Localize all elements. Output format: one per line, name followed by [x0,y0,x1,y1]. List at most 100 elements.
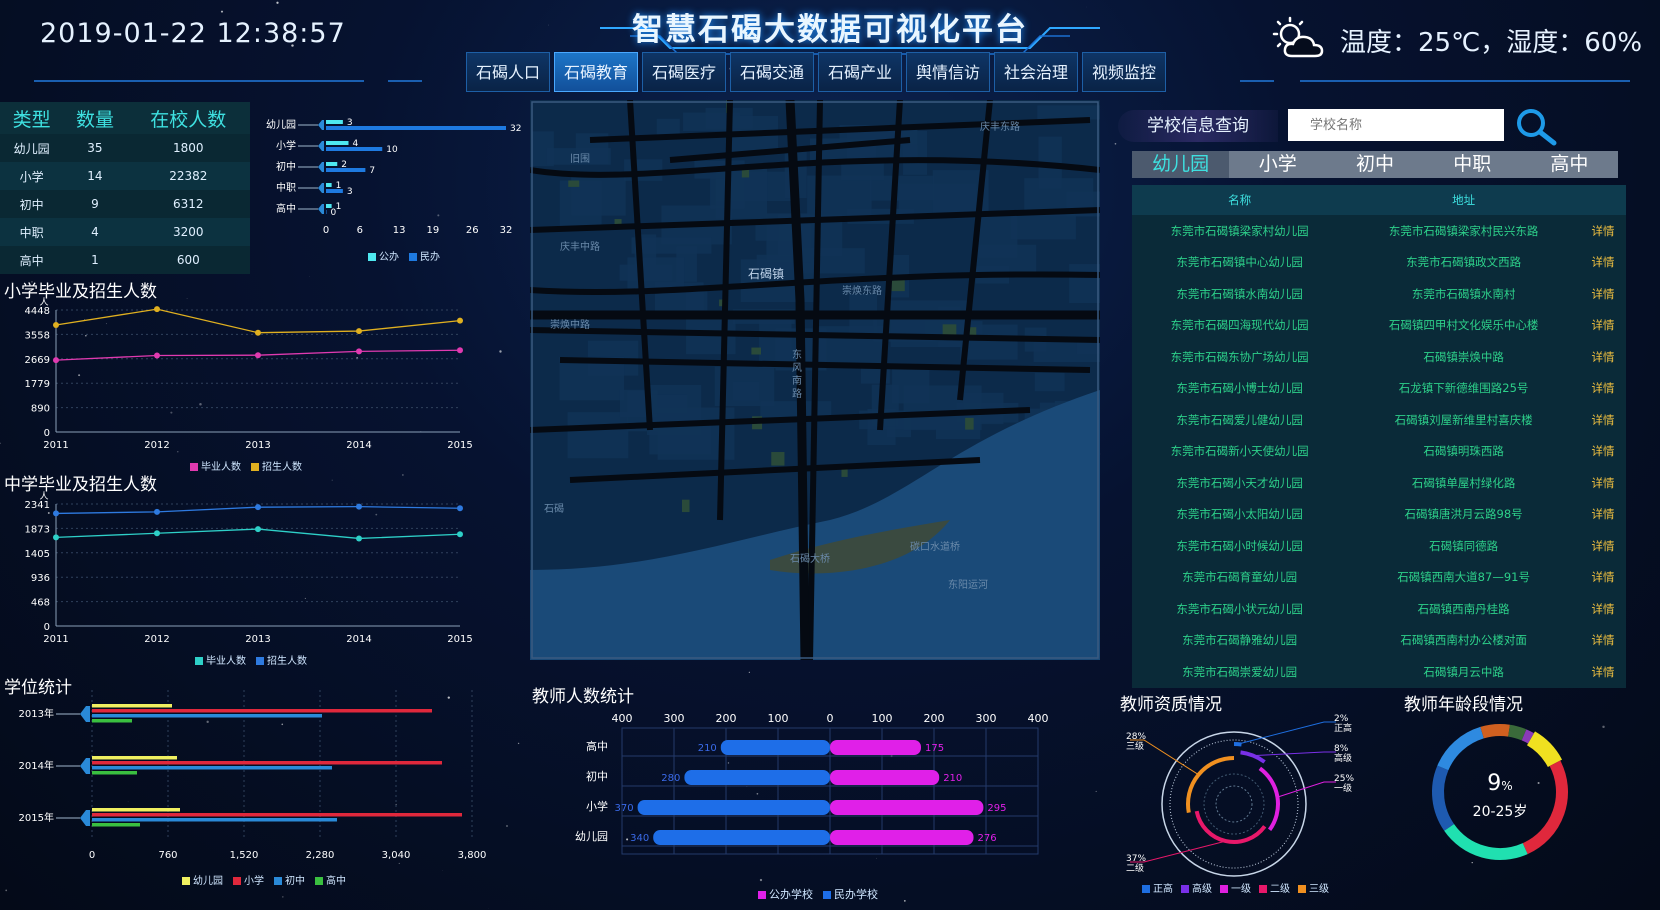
x-tick: 32 [500,225,513,236]
school-search-input[interactable] [1288,109,1504,141]
nav-item-1[interactable]: 石碣教育 [554,52,638,92]
y-tick: 0 [44,428,50,439]
school-detail-link[interactable]: 详情 [1580,498,1626,530]
nav-item-0[interactable]: 石碣人口 [466,52,550,92]
legend-item: 一级 [1220,880,1251,895]
city-block [649,423,712,455]
legend-label: 高中 [326,876,346,887]
x-tick: 400 [1028,712,1049,725]
legend-swatch [758,891,766,899]
teacher-count-chart: 400 300 200 100 0 100 200 300 400 高中 210 175 初中 280 21… [575,712,1049,855]
legend-label: 幼儿园 [193,876,223,887]
x-tick: 2,280 [306,850,335,861]
star [748,671,750,673]
percent-label: 28% [1126,732,1146,742]
search-icon[interactable] [1512,107,1558,147]
degree-bar-chart: 0 760 1,520 2,280 3,040 3,800 2013年 2014年 2015年 [19,690,486,861]
bar-public [830,740,921,755]
star [1095,790,1097,792]
x-tick: 19 [427,225,440,236]
x-tick: 26 [466,225,479,236]
nav-item-2[interactable]: 石碣医疗 [642,52,726,92]
data-point [457,505,463,512]
city-block [972,244,1037,273]
x-tick: 2012 [144,634,169,645]
category-marker [318,120,324,130]
school-detail-link[interactable]: 详情 [1580,593,1626,625]
school-detail-link[interactable]: 详情 [1580,246,1626,278]
city-block [841,161,884,181]
legend-label: 招生人数 [262,462,302,473]
school-detail-link[interactable]: 详情 [1580,530,1626,562]
nav-item-3[interactable]: 石碣交通 [730,52,814,92]
percent-label: 8% [1334,744,1349,754]
category-label: 高中 [276,202,296,215]
type-table-cell: 14 [63,162,127,190]
y-tick: 1873 [25,524,50,535]
legend-swatch [195,657,203,665]
category-label: 初中 [276,160,296,173]
bar-private [684,770,830,785]
school-name: 东莞市石碣小博士幼儿园 [1132,372,1348,404]
x-tick: 300 [664,712,685,725]
data-point [154,306,160,313]
city-block [627,257,685,291]
donut-segment [1480,724,1510,739]
donut-segment [1444,823,1528,860]
teacher-quality-chart: 2%正高 8%高级 25%一级 37%二级 28%三级 [1126,714,1354,877]
map-label: 碳口水道桥 [910,540,960,553]
school-address: 石碣镇唐洪月云路98号 [1347,498,1580,530]
school-detail-link[interactable]: 详情 [1580,215,1626,247]
donut-segment [1432,765,1455,831]
nav-item-6[interactable]: 社会治理 [994,52,1078,92]
school-tab-0[interactable]: 幼儿园 [1132,151,1230,178]
school-detail-link[interactable]: 详情 [1580,561,1626,593]
type-table-row: 高中 1 600 [0,246,250,274]
school-detail-link[interactable]: 详情 [1580,309,1626,341]
type-table-row: 中职 4 3200 [0,218,250,246]
school-name: 东莞市石碣小状元幼儿园 [1132,593,1348,625]
x-tick: 2014 [346,440,371,451]
city-block [1069,264,1100,304]
x-tick: 0 [827,712,834,725]
x-tick: 3,040 [382,850,411,861]
bar-初中 [92,766,332,770]
school-table-row: 东莞市石碣小太阳幼儿园 石碣镇唐洪月云路98号 详情 [1132,498,1626,530]
school-name: 东莞市石碣镇梁家村幼儿园 [1132,215,1348,247]
star [276,1,279,4]
star [1602,725,1605,729]
school-detail-link[interactable]: 详情 [1580,435,1626,467]
school-tab-1[interactable]: 小学 [1229,151,1326,178]
school-detail-link[interactable]: 详情 [1580,656,1626,688]
school-detail-link[interactable]: 详情 [1580,467,1626,499]
nav-item-7[interactable]: 视频监控 [1082,52,1166,92]
nav-item-5[interactable]: 舆情信访 [906,52,990,92]
partly-cloudy-icon [1272,16,1324,58]
bar-民办 [326,189,343,193]
x-tick: 1,520 [230,850,259,861]
nav-item-4[interactable]: 石碣产业 [818,52,902,92]
data-point [356,328,362,335]
map-label: 庆丰东路 [980,120,1020,133]
school-detail-link[interactable]: 详情 [1580,341,1626,373]
bar-小学 [92,709,432,713]
type-table-cell: 中职 [0,218,64,246]
school-tab-2[interactable]: 初中 [1326,151,1423,178]
bar-value: 276 [978,833,997,844]
legend-swatch [274,877,282,885]
legend-item: 招生人数 [256,652,307,667]
data-point [53,322,59,329]
school-name: 东莞市石碣东协广场幼儿园 [1132,341,1348,373]
school-detail-link[interactable]: 详情 [1580,372,1626,404]
school-tab-4[interactable]: 高中 [1521,151,1618,178]
map-panel[interactable]: 庆丰东路旧围庆丰中路石碣镇崇焕东路崇焕中路东风南路石碣石碣大桥碳口水道桥东阳运河 [530,100,1100,660]
school-detail-link[interactable]: 详情 [1580,278,1626,310]
legend-item: 招生人数 [251,458,302,473]
school-tab-3[interactable]: 中职 [1424,151,1521,178]
category-marker [80,810,90,826]
school-name: 东莞市石碣新小天使幼儿园 [1132,435,1348,467]
school-detail-link[interactable]: 详情 [1580,624,1626,656]
star [903,899,906,902]
school-detail-link[interactable]: 详情 [1580,404,1626,436]
data-point [154,508,160,515]
